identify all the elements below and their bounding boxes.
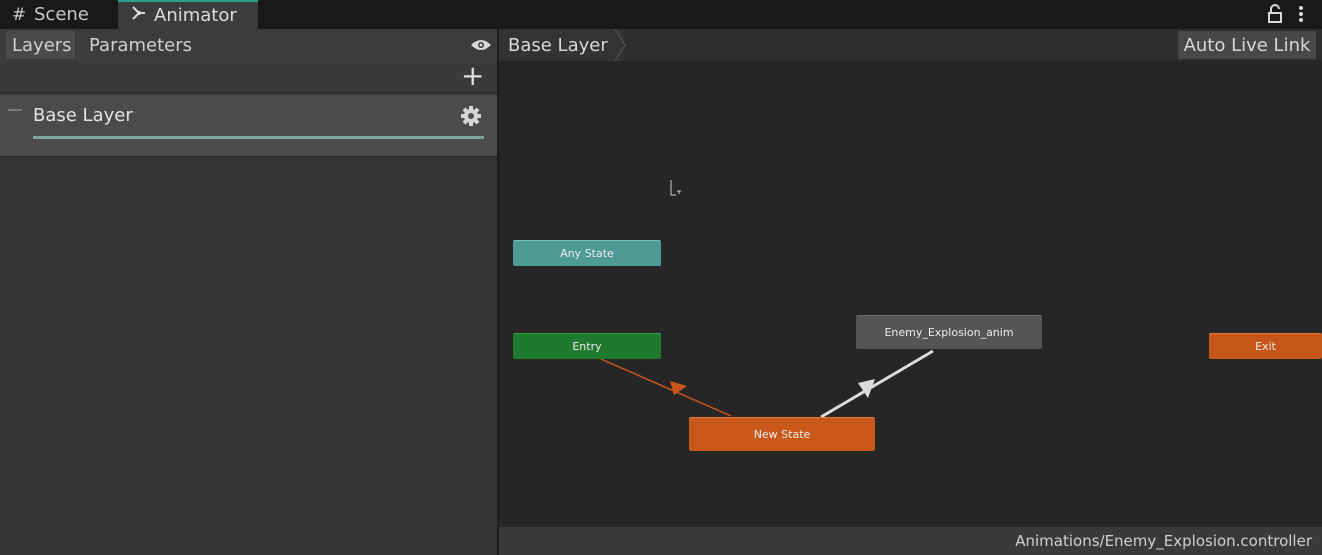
tab-animator-label: Animator — [154, 5, 237, 26]
more-options-icon[interactable] — [1295, 4, 1307, 24]
breadcrumb-arrow-icon — [614, 28, 629, 62]
lock-icon[interactable] — [1266, 4, 1284, 24]
tab-animator[interactable]: Animator — [118, 0, 258, 29]
eye-icon[interactable] — [470, 37, 492, 51]
transition-new-state-to-enemy-explosion — [820, 349, 934, 419]
layer-actions-row: + — [0, 61, 497, 93]
hash-icon: # — [11, 4, 27, 25]
auto-live-link-button[interactable]: Auto Live Link — [1178, 31, 1316, 59]
layers-list-empty-area — [0, 157, 497, 555]
layer-item-base-layer[interactable]: Base Layer — [0, 95, 497, 157]
tab-parameters[interactable]: Parameters — [83, 31, 193, 59]
window-tab-bar: # Scene Animator — [0, 0, 1322, 29]
layer-weight-bar — [33, 136, 484, 139]
tab-scene[interactable]: # Scene — [10, 0, 118, 29]
tab-scene-label: Scene — [34, 4, 89, 25]
tab-layers[interactable]: Layers — [6, 31, 75, 59]
animator-graph: Base Layer Auto Live Link Any State Entr… — [499, 28, 1322, 555]
controller-path: Animations/Enemy_Explosion.controller — [1015, 532, 1312, 550]
mouse-cursor-icon — [669, 179, 683, 197]
state-node-new-state[interactable]: New State — [689, 417, 875, 451]
graph-header: Base Layer Auto Live Link — [499, 28, 1322, 62]
state-node-entry[interactable]: Entry — [513, 333, 661, 359]
state-node-enemy-explosion-anim[interactable]: Enemy_Explosion_anim — [856, 315, 1042, 349]
state-node-any-state[interactable]: Any State — [513, 240, 661, 266]
layer-name: Base Layer — [33, 105, 133, 126]
animator-icon — [130, 5, 148, 26]
add-layer-button[interactable]: + — [461, 62, 484, 90]
breadcrumb[interactable]: Base Layer — [499, 29, 624, 61]
state-node-exit[interactable]: Exit — [1209, 333, 1322, 359]
gear-icon[interactable] — [460, 105, 482, 127]
layers-panel-toolbar: Layers Parameters — [0, 29, 497, 61]
state-machine-canvas[interactable]: Any State Entry Exit New State Enemy_Exp… — [499, 61, 1322, 527]
transitions-layer — [600, 349, 934, 419]
transition-entry-to-new-state — [600, 358, 732, 417]
drag-handle-icon[interactable] — [8, 109, 22, 111]
layers-panel: Layers Parameters + Base Layer — [0, 29, 497, 555]
graph-footer: Animations/Enemy_Explosion.controller — [499, 527, 1322, 555]
